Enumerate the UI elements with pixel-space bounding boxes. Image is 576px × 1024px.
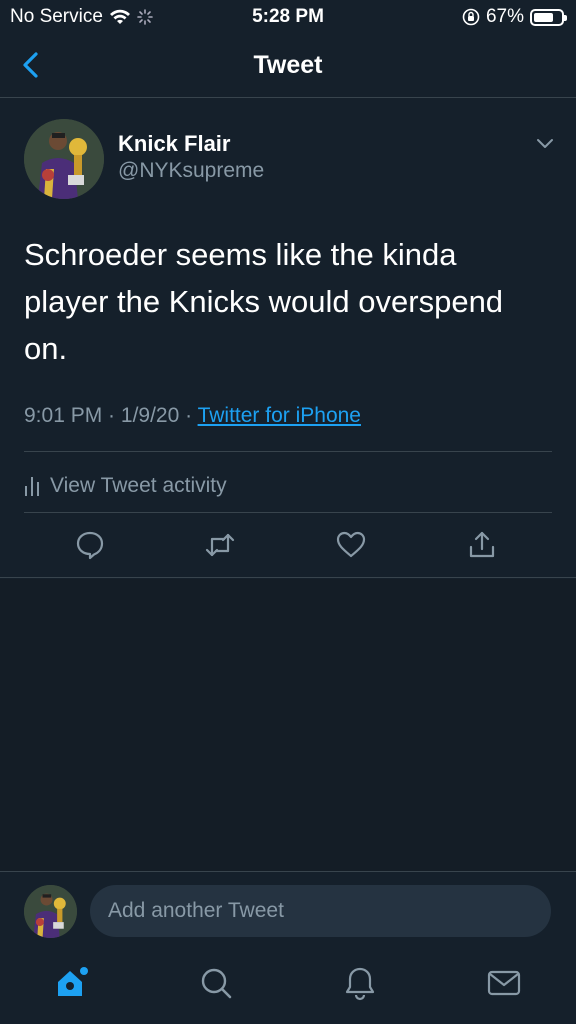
divider bbox=[24, 451, 552, 452]
tweet-date: 1/9/20 bbox=[120, 404, 180, 427]
share-icon[interactable] bbox=[466, 529, 498, 561]
tweet-time: 9:01 PM bbox=[24, 404, 103, 427]
view-activity-label: View Tweet activity bbox=[50, 474, 227, 497]
reply-icon[interactable] bbox=[74, 529, 106, 561]
battery-percent: 67% bbox=[485, 6, 524, 27]
chevron-down-icon[interactable] bbox=[534, 133, 556, 155]
status-right: 67% bbox=[462, 6, 567, 28]
tweet-detail: Knick Flair @NYKsupreme Schroeder seems … bbox=[0, 99, 576, 578]
tweet-text: Schroeder seems like the kinda player th… bbox=[24, 237, 504, 366]
meta-separator: · bbox=[102, 404, 121, 427]
divider bbox=[24, 512, 552, 513]
nav-bar: Tweet bbox=[0, 34, 576, 98]
tweet-actions bbox=[0, 521, 576, 571]
author-handle[interactable]: @NYKsupreme bbox=[118, 159, 264, 183]
notifications-icon[interactable] bbox=[342, 965, 378, 1001]
orientation-lock-icon bbox=[462, 8, 480, 26]
author-avatar[interactable] bbox=[24, 119, 104, 199]
battery-icon bbox=[530, 8, 567, 26]
status-bar: No Service 5:28 PM 67% bbox=[0, 0, 576, 34]
retweet-icon[interactable] bbox=[204, 529, 236, 561]
empty-replies-area bbox=[0, 579, 576, 871]
reply-composer: Add another Tweet bbox=[0, 871, 576, 951]
messages-icon[interactable] bbox=[486, 965, 522, 1001]
user-avatar[interactable] bbox=[24, 885, 77, 938]
tweet-source-link[interactable]: Twitter for iPhone bbox=[198, 404, 361, 427]
avatar-image bbox=[24, 119, 104, 199]
add-tweet-input[interactable]: Add another Tweet bbox=[90, 885, 551, 937]
author-name[interactable]: Knick Flair bbox=[118, 131, 230, 157]
tab-bar bbox=[0, 951, 576, 1024]
search-icon[interactable] bbox=[198, 965, 234, 1001]
tweet-meta: 9:01 PM · 1/9/20 · Twitter for iPhone bbox=[24, 404, 361, 428]
page-title: Tweet bbox=[253, 51, 323, 79]
view-activity-button[interactable]: View Tweet activity bbox=[24, 466, 227, 506]
avatar-image bbox=[24, 885, 77, 938]
like-icon[interactable] bbox=[335, 529, 367, 561]
analytics-icon bbox=[25, 477, 39, 496]
meta-separator: · bbox=[179, 404, 198, 427]
home-icon[interactable] bbox=[54, 965, 90, 1001]
